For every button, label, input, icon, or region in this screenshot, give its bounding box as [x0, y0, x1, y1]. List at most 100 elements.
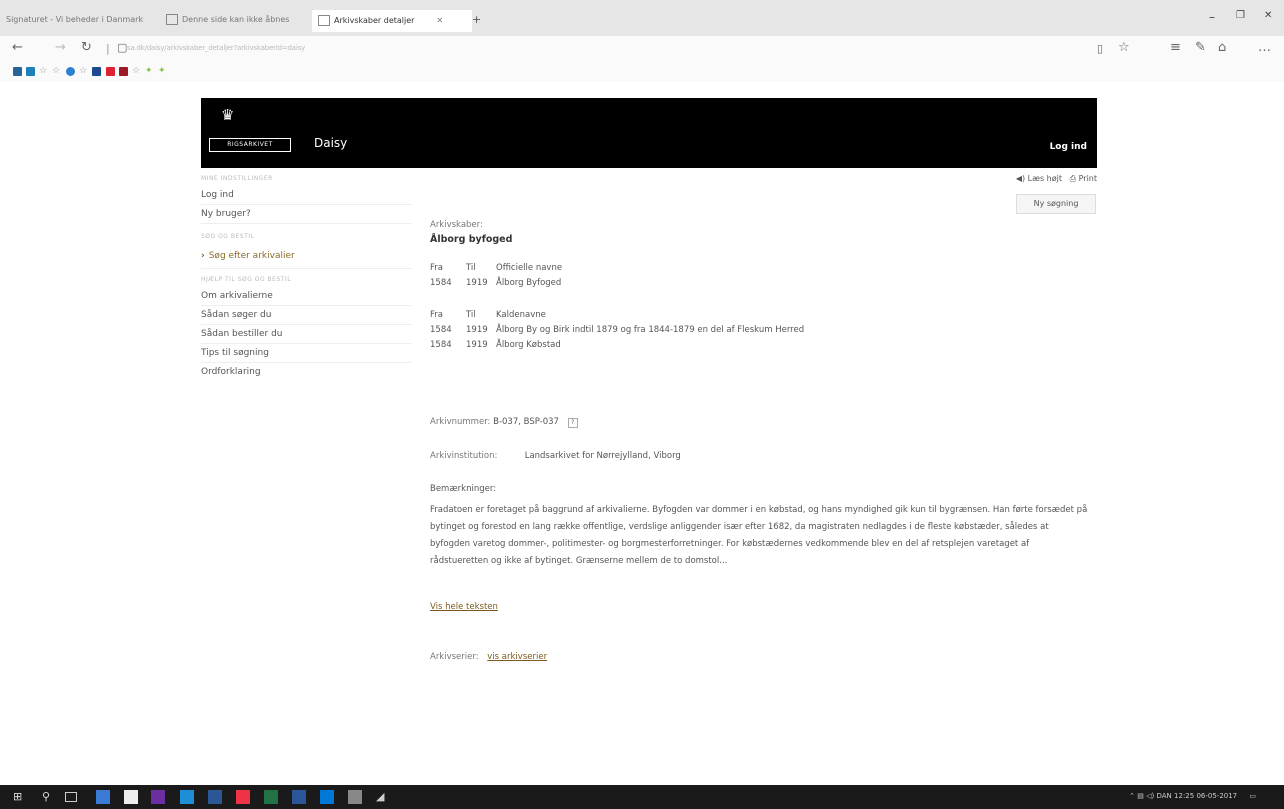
read-aloud-button[interactable]: ◀) Læs højt [1016, 174, 1062, 183]
star-icon[interactable]: ☆ [79, 66, 88, 76]
sidebar-item-new-user[interactable]: Ny bruger? [201, 205, 411, 224]
table-cell: 1584 [430, 340, 452, 350]
call-names-table: Fra Til Kaldenavne 1584 1919 Ålborg By o… [430, 310, 804, 355]
web-note-icon[interactable]: ✎ [1195, 40, 1206, 55]
reading-view-icon[interactable]: ▯ [1097, 42, 1103, 55]
favorite-icon[interactable]: ✦ [145, 66, 154, 76]
page-tools: ◀) Læs højt ⎙ Print [1016, 174, 1097, 184]
tab-label: Signaturet - Vi beheder i Danmark [6, 15, 144, 24]
show-full-text-link[interactable]: Vis hele teksten [430, 602, 498, 612]
help-icon[interactable]: ? [567, 418, 578, 428]
table-cell: 1919 [466, 340, 488, 350]
favorite-icon[interactable] [106, 67, 115, 76]
archive-number-row: Arkivnummer: B-037, BSP-037 ? [430, 417, 578, 428]
rigsarkivet-logo[interactable]: RIGSARKIVET [209, 138, 291, 152]
sidebar-section-heading: HJÆLP TIL SØG OG BESTIL [201, 276, 292, 283]
favorite-star-icon[interactable]: ☆ [1118, 40, 1130, 55]
share-icon[interactable]: ⌂ [1218, 40, 1226, 55]
maximize-icon[interactable]: ❐ [1236, 10, 1245, 21]
star-icon[interactable]: ☆ [52, 66, 61, 76]
app-icon[interactable] [264, 790, 278, 804]
app-icon[interactable] [348, 790, 362, 804]
favorites-bar: ☆ ☆ ☆ ☆ ✦ ✦ [0, 62, 1284, 82]
table-header-row: Fra Til Officielle navne [430, 263, 562, 278]
app-icon[interactable] [320, 790, 334, 804]
close-window-icon[interactable]: ✕ [1264, 10, 1272, 21]
page-info-icon[interactable]: ▢ [117, 41, 127, 54]
sidebar-item-label: Søg efter arkivalier [208, 251, 295, 261]
app-icon[interactable] [180, 790, 194, 804]
favorite-icon[interactable] [119, 67, 128, 76]
favorite-icon[interactable] [66, 67, 75, 76]
new-search-button[interactable]: Ny søgning [1016, 194, 1096, 214]
refresh-icon[interactable]: ↻ [81, 40, 92, 55]
system-tray: ⌃ ▤ ◁) DAN 12:25 06-05-2017 ▭ [1129, 792, 1256, 800]
crown-icon: ♛ [221, 106, 235, 124]
sidebar-item-how-to-order[interactable]: Sådan bestiller du [201, 325, 411, 344]
tab-signaturet[interactable]: Signaturet - Vi beheder i Danmark [6, 11, 156, 29]
minimize-icon[interactable]: – [1209, 10, 1215, 24]
url-input[interactable]: sa.dk/daisy/arkivskaber_detaljer?arkivsk… [127, 44, 1072, 52]
task-view-icon[interactable] [65, 792, 77, 802]
table-cell: Ålborg Byfoged [496, 278, 562, 288]
table-row: 1584 1919 Ålborg By og Birk indtil 1879 … [430, 325, 804, 340]
app-name: Daisy [314, 136, 348, 150]
network-icon[interactable]: ▤ [1137, 792, 1144, 800]
app-icon[interactable] [208, 790, 222, 804]
table-cell: Ålborg By og Birk indtil 1879 og fra 184… [496, 325, 805, 335]
windows-start-icon[interactable]: ⊞ [13, 790, 27, 804]
language-indicator[interactable]: DAN [1157, 792, 1172, 800]
star-icon[interactable]: ☆ [132, 66, 141, 76]
forward-icon[interactable]: → [55, 40, 66, 55]
new-tab-button[interactable]: + [472, 11, 492, 29]
star-icon[interactable]: ☆ [39, 66, 48, 76]
institution-value: Landsarkivet for Nørrejylland, Viborg [524, 451, 681, 461]
volume-icon[interactable]: ◁) [1146, 792, 1154, 800]
app-icon[interactable] [292, 790, 306, 804]
tab-arkivskaber[interactable]: Arkivskaber detaljer ✕ [312, 10, 472, 32]
institution-row: Arkivinstitution: Landsarkivet for Nørre… [430, 451, 681, 461]
page-icon [318, 15, 330, 26]
app-icon[interactable] [151, 790, 165, 804]
more-icon[interactable]: … [1258, 40, 1271, 55]
chevron-up-icon[interactable]: ⌃ [1129, 792, 1135, 800]
page-icon [166, 14, 178, 25]
favorite-icon[interactable]: ✦ [158, 66, 167, 76]
sidebar-item-how-to-search[interactable]: Sådan søger du [201, 306, 411, 325]
close-tab-icon[interactable]: ✕ [436, 16, 443, 25]
tab-error-page[interactable]: Denne side kan ikke åbnes [166, 11, 306, 29]
favorite-icon[interactable] [26, 67, 35, 76]
favorite-icon[interactable] [92, 67, 101, 76]
app-icon[interactable] [124, 790, 138, 804]
clock[interactable]: 12:25 06-05-2017 [1174, 792, 1237, 800]
archive-number-label: Arkivnummer: [430, 417, 491, 427]
table-cell: 1584 [430, 325, 452, 335]
table-cell: Ålborg Købstad [496, 340, 561, 350]
series-link[interactable]: vis arkivserier [487, 652, 547, 662]
table-header-row: Fra Til Kaldenavne [430, 310, 804, 325]
clock-time: 12:25 [1174, 792, 1195, 800]
remarks-label: Bemærkninger: [430, 484, 497, 494]
table-row: 1584 1919 Ålborg Byfoged [430, 278, 562, 293]
app-icon[interactable] [96, 790, 110, 804]
app-icon[interactable]: ◢ [376, 790, 390, 804]
back-icon[interactable]: ← [12, 40, 23, 55]
print-label: Print [1078, 174, 1097, 183]
sidebar-item-search[interactable]: › Søg efter arkivalier [201, 244, 411, 269]
favorite-icon[interactable] [13, 67, 22, 76]
archive-number-value: B-037, BSP-037 [493, 417, 559, 427]
sidebar-item-glossary[interactable]: Ordforklaring [201, 363, 411, 381]
login-link[interactable]: Log ind [1050, 142, 1087, 152]
taskbar: ⊞ ⚲ ◢ ⌃ ▤ ◁) DAN 12:25 06-05-2017 ▭ [0, 785, 1284, 809]
sidebar-item-about-archives[interactable]: Om arkivalierne [201, 287, 411, 306]
search-icon[interactable]: ⚲ [42, 790, 56, 804]
notification-icon[interactable]: ▭ [1249, 792, 1256, 800]
print-button[interactable]: ⎙ Print [1070, 174, 1097, 183]
sidebar-item-search-tips[interactable]: Tips til søgning [201, 344, 411, 363]
sidebar-item-login[interactable]: Log ind [201, 186, 411, 205]
sidebar-section-heading: MINE INDSTILLINGER [201, 175, 273, 182]
tab-label: Denne side kan ikke åbnes [182, 15, 290, 24]
app-icon[interactable] [236, 790, 250, 804]
main-content: Arkivskaber: Ålborg byfoged Fra Til Offi… [430, 220, 1100, 662]
hub-icon[interactable]: ≡ [1170, 40, 1181, 55]
